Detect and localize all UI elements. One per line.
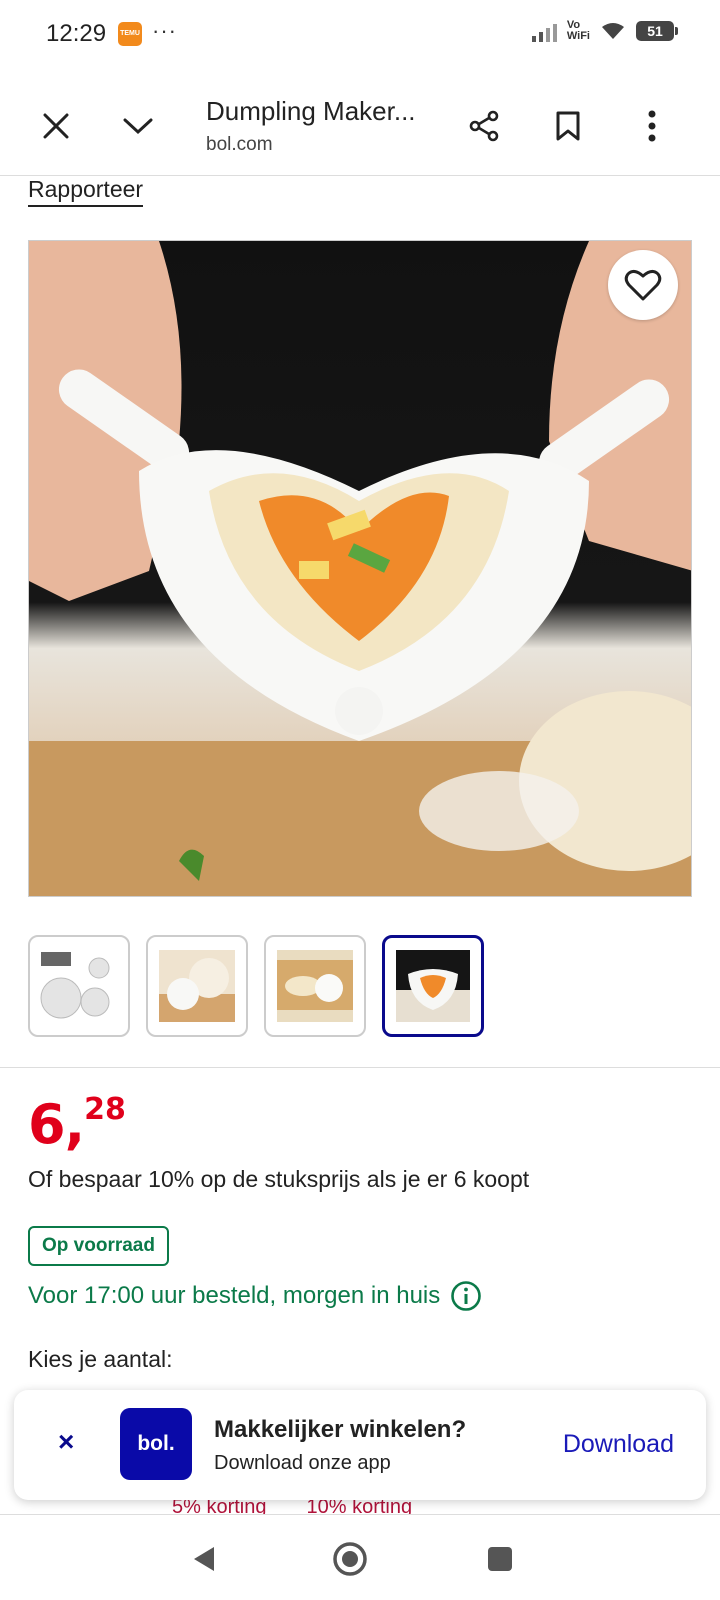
close-icon[interactable] [32,102,80,150]
banner-subtitle: Download onze app [214,1452,391,1474]
favorite-heart-button[interactable] [608,250,678,320]
chevron-down-icon[interactable] [114,102,162,150]
banner-title: Makkelijker winkelen? [214,1416,467,1443]
bol-logo: bol. [120,1408,192,1480]
recents-icon[interactable] [480,1539,520,1579]
wifi-icon [602,23,624,39]
more-notifications-icon: ··· [152,18,177,43]
dumpling-maker-photo [29,241,691,896]
stock-badge: Op voorraad [28,1226,169,1266]
system-navigation-bar [0,1514,720,1600]
thumbnail-2[interactable] [146,935,248,1037]
battery-icon: 51 [636,21,678,41]
bulk-discount-text: Of bespaar 10% op de stuksprijs als je e… [28,1166,530,1192]
delivery-info[interactable]: Voor 17:00 uur besteld, morgen in huis [28,1280,482,1312]
image-thumbnails [28,935,484,1037]
product-price: 6,28 [28,1092,126,1156]
vowifi-icon: Vo WiFi [567,20,590,42]
thumbnail-4-selected[interactable] [382,935,484,1037]
report-link[interactable]: Rapporteer [28,176,144,207]
status-bar: 12:29 TEMU ··· Vo WiFi 51 [0,0,720,70]
thumbnail-3[interactable] [264,935,366,1037]
page-url[interactable]: bol.com [206,134,273,156]
section-divider [0,1067,720,1068]
info-icon[interactable] [450,1280,482,1312]
share-icon[interactable] [460,102,508,150]
app-download-banner: × bol. Makkelijker winkelen? Download on… [14,1390,706,1500]
bookmark-icon[interactable] [544,102,592,150]
home-icon[interactable] [330,1539,370,1579]
browser-app-bar: Dumpling Maker... bol.com [0,80,720,176]
vowifi-label-bottom: WiFi [566,30,590,42]
close-banner-button[interactable]: × [58,1426,74,1458]
download-app-button[interactable]: Download [563,1430,674,1459]
thumbnail-1[interactable] [28,935,130,1037]
price-main: 6, [28,1093,85,1156]
product-main-image[interactable] [28,240,692,897]
heart-icon [624,269,662,301]
quantity-label: Kies je aantal: [28,1346,173,1372]
page-title[interactable]: Dumpling Maker... [206,96,416,127]
status-time: 12:29 [46,20,107,47]
more-options-icon[interactable] [628,102,676,150]
signal-icon [531,20,557,42]
delivery-text: Voor 17:00 uur besteld, morgen in huis [28,1282,441,1309]
back-icon[interactable] [184,1539,224,1579]
temu-notification-icon: TEMU [118,22,142,46]
price-cents: 28 [84,1092,126,1127]
